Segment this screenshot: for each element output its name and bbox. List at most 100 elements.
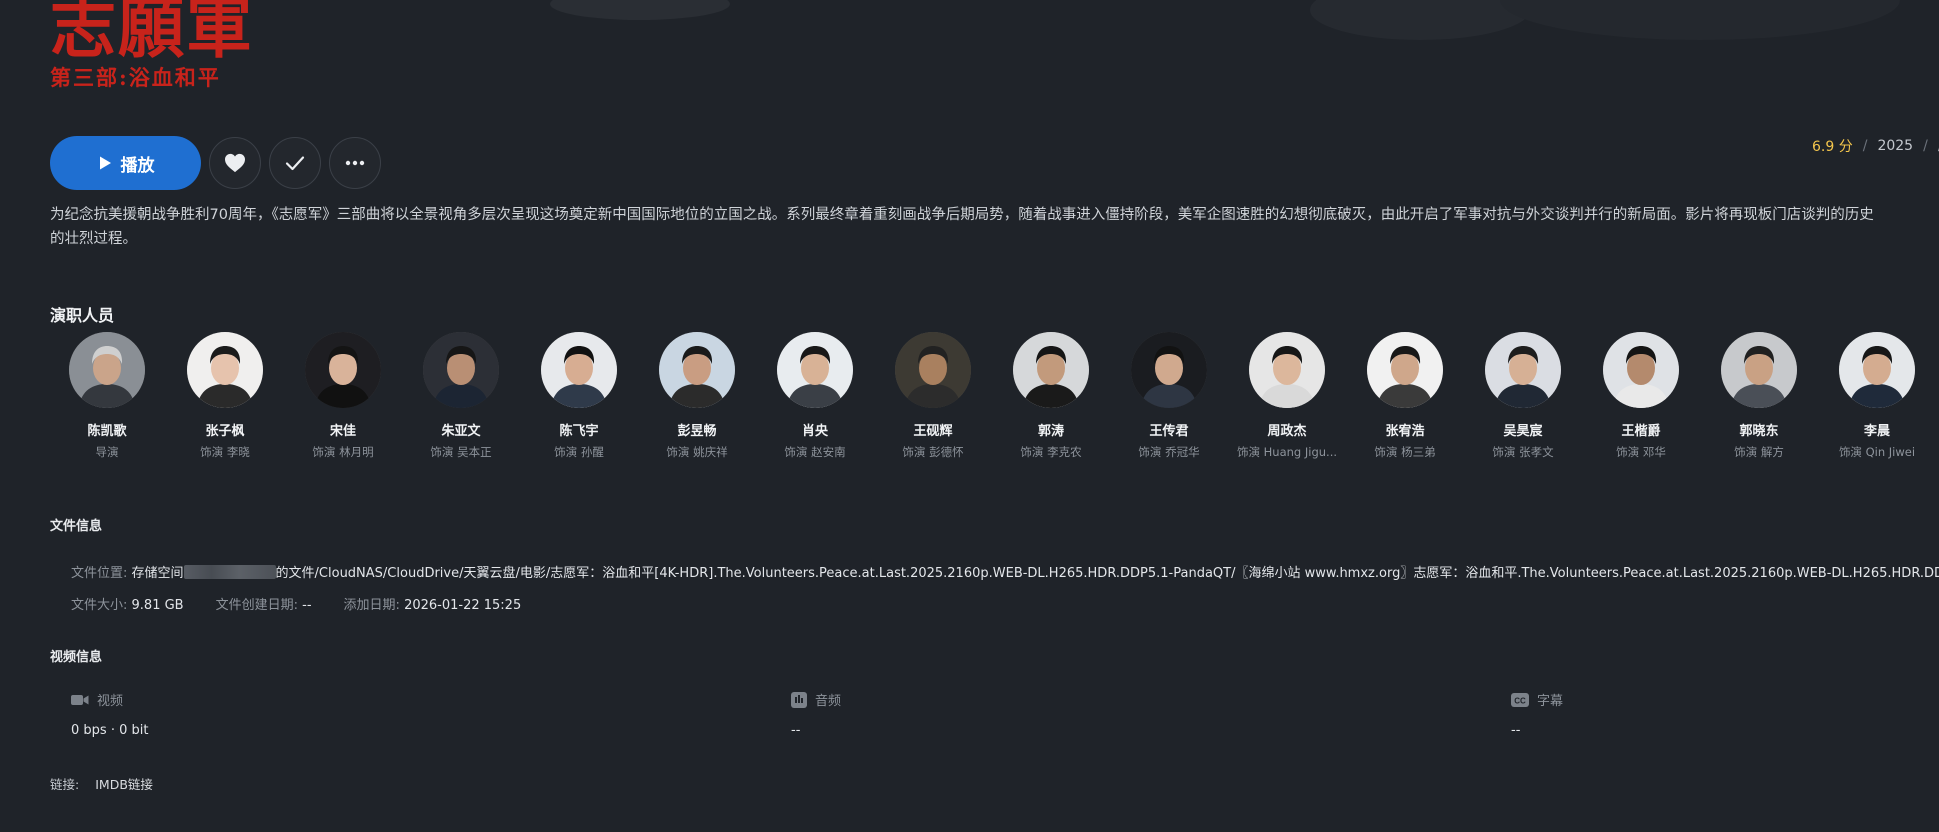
backdrop-artwork — [550, 0, 1900, 40]
file-size-value: 9.81 GB — [131, 598, 184, 613]
file-details-row: 文件大小: 9.81 GB 文件创建日期: -- 添加日期: 2026-01-2… — [71, 594, 521, 613]
external-links: 链接: IMDB链接 — [50, 774, 153, 793]
cast-name: 王楷爵 — [1621, 424, 1661, 439]
cast-member[interactable]: 王砚辉 饰演 彭德怀 — [874, 332, 992, 460]
play-button[interactable]: 播放 — [50, 136, 201, 190]
overview-line: 的壮烈过程。 — [50, 231, 137, 247]
cast-member[interactable]: 朱亚文 饰演 吴本正 — [402, 332, 520, 460]
cast-avatar — [1131, 332, 1207, 408]
cast-avatar — [541, 332, 617, 408]
cast-role: 饰演 李克农 — [1020, 445, 1082, 459]
more-icon — [345, 160, 365, 166]
cast-member[interactable]: 吴昊宸 饰演 张孝文 — [1464, 332, 1582, 460]
cast-avatar — [895, 332, 971, 408]
cast-name: 周政杰 — [1267, 424, 1307, 439]
cast-avatar — [423, 332, 499, 408]
cast-role: 饰演 Qin Jiwei — [1838, 445, 1916, 459]
check-icon — [285, 156, 305, 171]
file-created-label: 文件创建日期: — [215, 598, 298, 613]
cast-member[interactable]: 王传君 饰演 乔冠华 — [1110, 332, 1228, 460]
cast-member[interactable]: 周政杰 饰演 Huang Jigu... — [1228, 332, 1346, 460]
cast-name: 宋佳 — [329, 424, 356, 439]
cast-role: 饰演 张孝文 — [1492, 445, 1554, 459]
favorite-button[interactable] — [209, 137, 261, 189]
video-info-title: 视频信息 — [50, 650, 103, 665]
play-button-label: 播放 — [120, 155, 155, 176]
meta-separator: / — [1923, 138, 1928, 154]
cast-member[interactable]: 肖央 饰演 赵安南 — [756, 332, 874, 460]
play-icon — [99, 156, 111, 170]
cast-name: 郭涛 — [1037, 424, 1064, 439]
subtitle-value: -- — [1511, 723, 1521, 738]
cast-avatar — [1013, 332, 1089, 408]
mark-watched-button[interactable] — [269, 137, 321, 189]
cast-member[interactable]: 郭涛 饰演 李克农 — [992, 332, 1110, 460]
redacted-block — [183, 565, 276, 579]
cast-list: 陈凯歌 导演 张子枫 饰演 李晓 宋佳 饰演 林月明 朱亚文 饰演 吴本正 陈飞宇 饰演 孙醒 彭昱… — [48, 332, 1936, 460]
overview-line: 为纪念抗美援朝战争胜利70周年，《志愿军》三部曲将以全景视角多层次呈现这场奠定新… — [50, 207, 1874, 223]
file-added-value: 2026-01-22 15:25 — [404, 598, 522, 613]
cast-avatar — [1485, 332, 1561, 408]
file-added-label: 添加日期: — [343, 598, 400, 613]
audio-value: -- — [791, 723, 801, 738]
video-label: 视频 — [97, 694, 124, 709]
cast-role: 饰演 乔冠华 — [1138, 445, 1200, 459]
more-options-button[interactable] — [329, 137, 381, 189]
cast-name: 彭昱畅 — [677, 424, 717, 439]
file-location: 文件位置: 存储空间 的文件/CloudNAS/CloudDrive/天翼云盘/电… — [71, 562, 1939, 581]
video-value: 0 bps · 0 bit — [71, 723, 149, 738]
cast-avatar — [777, 332, 853, 408]
rating: 6.9 分 — [1812, 139, 1853, 155]
svg-text:CC: CC — [1514, 696, 1526, 705]
file-created: 文件创建日期: -- — [216, 594, 312, 613]
heart-icon — [225, 153, 245, 173]
cast-name: 王砚辉 — [913, 424, 953, 439]
cast-avatar — [69, 332, 145, 408]
cast-role: 饰演 杨三弟 — [1374, 445, 1436, 459]
cast-avatar — [659, 332, 735, 408]
cast-member[interactable]: 郭晓东 饰演 解方 — [1700, 332, 1818, 460]
cast-role: 饰演 林月明 — [312, 445, 374, 459]
cast-avatar — [305, 332, 381, 408]
cast-avatar — [1367, 332, 1443, 408]
cast-role: 饰演 李晓 — [200, 445, 250, 459]
cast-avatar — [1249, 332, 1325, 408]
cast-name: 吴昊宸 — [1503, 424, 1543, 439]
cast-role: 饰演 解方 — [1734, 445, 1784, 459]
subtitle-stream-info: CC 字幕 -- — [1511, 690, 1931, 738]
cast-section-title: 演职人员 — [50, 306, 115, 325]
file-location-label: 文件位置: — [71, 566, 128, 581]
cast-avatar — [1839, 332, 1915, 408]
imdb-link[interactable]: IMDB链接 — [95, 774, 153, 793]
file-location-path: 的文件/CloudNAS/CloudDrive/天翼云盘/电影/志愿军：浴血和平… — [275, 566, 1939, 581]
cast-member[interactable]: 张子枫 饰演 李晓 — [166, 332, 284, 460]
cast-role: 饰演 彭德怀 — [902, 445, 964, 459]
cast-member[interactable]: 陈飞宇 饰演 孙醒 — [520, 332, 638, 460]
file-location-prefix: 存储空间 — [131, 566, 184, 581]
subtitle-label: 字幕 — [1537, 694, 1564, 709]
cast-member[interactable]: 张宥浩 饰演 杨三弟 — [1346, 332, 1464, 460]
audio-stream-info: 音频 -- — [791, 690, 1391, 738]
cast-member[interactable]: 陈凯歌 导演 — [48, 332, 166, 460]
cast-role: 导演 — [95, 445, 119, 459]
cast-name: 李晨 — [1863, 424, 1890, 439]
cast-member[interactable]: 李晨饰演 Qin Jiwei — [1818, 332, 1936, 460]
meta-separator: / — [1862, 138, 1868, 154]
file-size-label: 文件大小: — [71, 598, 128, 613]
cast-name: 张宥浩 — [1385, 424, 1425, 439]
cast-name: 张子枫 — [205, 424, 245, 439]
media-detail-page: 志願軍 第三部:浴血和平 播放 6.9 分 / 2025 / 为纪念抗美援朝战争… — [0, 0, 1939, 832]
media-meta: 6.9 分 / 2025 / 剧 — [1812, 136, 1939, 156]
title-logo-subtitle: 第三部:浴血和平 — [50, 65, 221, 90]
links-label: 链接: — [50, 777, 80, 792]
cast-member[interactable]: 宋佳 饰演 林月明 — [284, 332, 402, 460]
title-logo-main: 志願軍 — [50, 0, 254, 67]
cast-member[interactable]: 彭昱畅 饰演 姚庆祥 — [638, 332, 756, 460]
file-size: 文件大小: 9.81 GB — [71, 594, 184, 613]
audio-icon — [791, 691, 807, 708]
cast-name: 王传君 — [1149, 424, 1189, 439]
cast-avatar — [1603, 332, 1679, 408]
cast-avatar — [187, 332, 263, 408]
cast-member[interactable]: 王楷爵 饰演 邓华 — [1582, 332, 1700, 460]
subtitle-cc-icon: CC — [1511, 692, 1529, 707]
